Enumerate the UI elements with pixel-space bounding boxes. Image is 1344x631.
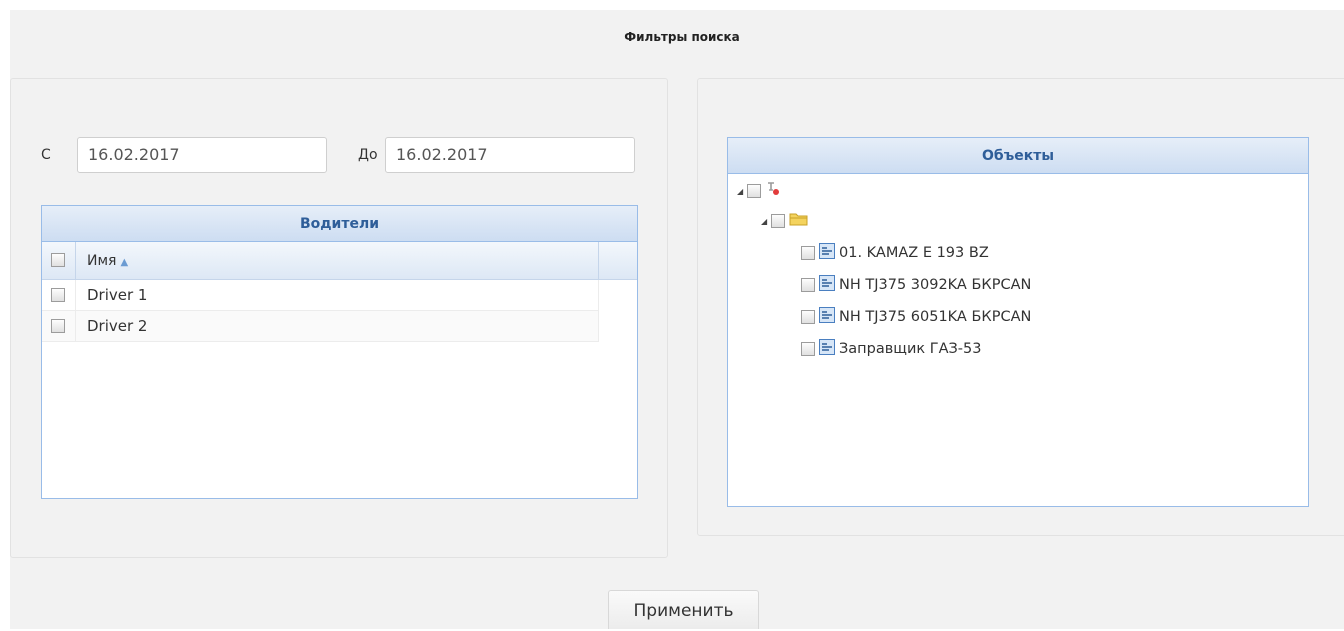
tree-object-item[interactable]: Заправщик ГАЗ-53 xyxy=(801,338,982,360)
expand-arrow-icon[interactable]: ◢ xyxy=(761,217,771,226)
from-date-label: С xyxy=(41,147,51,163)
driver-checkbox[interactable] xyxy=(51,288,65,302)
tree-root-node[interactable]: ◢ xyxy=(737,180,781,202)
column-separator xyxy=(598,242,599,280)
page-title: Фильтры поиска xyxy=(624,30,740,44)
object-checkbox[interactable] xyxy=(801,310,815,324)
table-row[interactable]: Driver 2 xyxy=(42,311,599,342)
object-checkbox[interactable] xyxy=(801,342,815,356)
driver-checkbox[interactable] xyxy=(51,319,65,333)
objects-tree: Объекты ◢ ◢ 01. KAMAZ E 193 BZ NH TJ375 … xyxy=(727,137,1309,507)
select-all-drivers-checkbox[interactable] xyxy=(51,253,65,267)
name-column-header[interactable]: Имя ▲ xyxy=(87,242,128,282)
driver-name: Driver 2 xyxy=(87,317,148,335)
vehicle-object-icon xyxy=(819,338,835,360)
objects-panel: Объекты ◢ ◢ 01. KAMAZ E 193 BZ NH TJ375 … xyxy=(697,78,1344,536)
date-drivers-panel: С 16.02.2017 До 16.02.2017 Водители Имя ▲… xyxy=(10,78,668,558)
apply-button[interactable]: Применить xyxy=(608,590,759,629)
table-row[interactable]: Driver 1 xyxy=(42,280,599,311)
tree-folder-node[interactable]: ◢ xyxy=(761,210,809,232)
tree-folder-checkbox[interactable] xyxy=(771,214,785,228)
driver-name: Driver 1 xyxy=(87,286,148,304)
to-date-label: До xyxy=(358,147,378,163)
expand-arrow-icon[interactable]: ◢ xyxy=(737,187,747,196)
page: Фильтры поиска С 16.02.2017 До 16.02.201… xyxy=(0,0,1344,629)
tree-object-item[interactable]: NH TJ375 3092KA БКРСAN xyxy=(801,274,1031,296)
column-separator xyxy=(75,242,76,280)
tree-object-item[interactable]: NH TJ375 6051KA БКРСAN xyxy=(801,306,1031,328)
tree-object-item[interactable]: 01. KAMAZ E 193 BZ xyxy=(801,242,989,264)
users-group-icon xyxy=(765,181,781,202)
drivers-grid: Водители Имя ▲ Driver 1 Driver 2 xyxy=(41,205,638,499)
drivers-column-header: Имя ▲ xyxy=(42,242,637,280)
vehicle-object-icon xyxy=(819,274,835,296)
object-label: 01. KAMAZ E 193 BZ xyxy=(839,245,989,261)
column-separator xyxy=(75,280,76,310)
object-label: NH TJ375 6051KA БКРСAN xyxy=(839,309,1032,325)
vehicle-object-icon xyxy=(819,306,835,328)
object-checkbox[interactable] xyxy=(801,278,815,292)
objects-tree-title: Объекты xyxy=(728,138,1308,174)
to-date-input[interactable]: 16.02.2017 xyxy=(385,137,635,173)
from-date-input[interactable]: 16.02.2017 xyxy=(77,137,327,173)
object-label: NH TJ375 3092KA БКРСAN xyxy=(839,277,1032,293)
sort-ascending-icon: ▲ xyxy=(120,257,129,268)
object-label: Заправщик ГАЗ-53 xyxy=(839,341,982,357)
vehicle-object-icon xyxy=(819,242,835,264)
drivers-grid-title: Водители xyxy=(42,206,637,242)
name-column-label: Имя xyxy=(87,253,117,269)
folder-icon xyxy=(789,211,809,232)
column-separator xyxy=(75,311,76,341)
tree-root-checkbox[interactable] xyxy=(747,184,761,198)
object-checkbox[interactable] xyxy=(801,246,815,260)
